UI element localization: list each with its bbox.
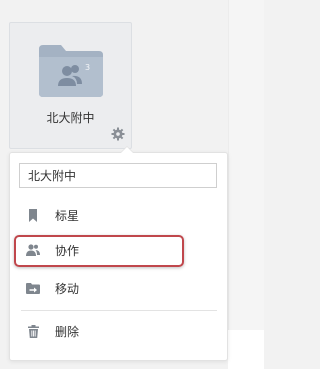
move-icon bbox=[26, 281, 40, 295]
menu-item-label: 协作 bbox=[55, 243, 80, 258]
menu-item-move[interactable]: 移动 bbox=[10, 271, 227, 305]
menu-item-label: 删除 bbox=[55, 324, 80, 339]
gear-icon[interactable] bbox=[111, 127, 125, 141]
member-count: 3 bbox=[85, 63, 90, 72]
trash-icon bbox=[26, 324, 40, 338]
menu-item-delete[interactable]: 删除 bbox=[10, 314, 227, 348]
menu-item-collaborate[interactable]: 协作 bbox=[10, 233, 227, 267]
menu-caret bbox=[120, 146, 134, 153]
menu-divider bbox=[21, 310, 217, 311]
rename-input[interactable] bbox=[19, 163, 217, 188]
menu-item-star[interactable]: 标星 bbox=[10, 198, 227, 232]
menu-item-label: 标星 bbox=[55, 208, 80, 223]
collaborators-icon bbox=[26, 243, 40, 257]
right-panel-footer bbox=[228, 330, 264, 369]
bookmark-icon bbox=[26, 208, 40, 222]
folder-context-menu: 标星 协作 移动 bbox=[9, 146, 228, 361]
right-panel bbox=[228, 0, 264, 369]
folder-name: 北大附中 bbox=[46, 111, 95, 125]
shared-folder-icon: 3 bbox=[39, 45, 103, 97]
folder-tile[interactable]: 3 北大附中 bbox=[9, 22, 132, 149]
menu-item-label: 移动 bbox=[55, 281, 80, 296]
